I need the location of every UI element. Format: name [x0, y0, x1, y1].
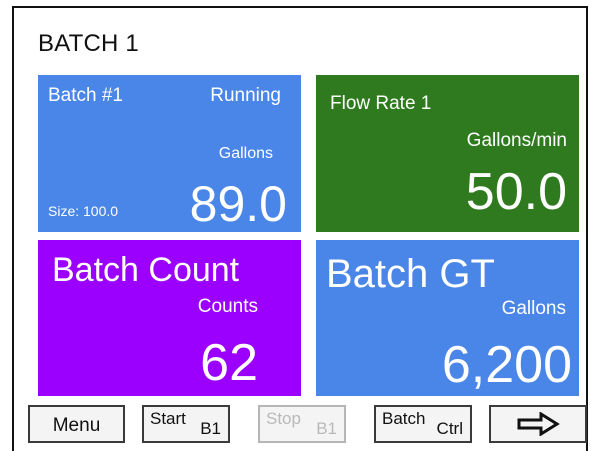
start-button-sublabel: B1 [200, 419, 221, 438]
flow-rate-tile: Flow Rate 1 Gallons/min 50.0 [316, 75, 579, 232]
batch-gt-value: 6,200 [441, 336, 572, 394]
batch-gt-unit: Gallons [501, 298, 566, 319]
start-button-label: Start [150, 409, 186, 428]
flow-rate-name: Flow Rate 1 [330, 93, 432, 114]
batch-gt-tile: Batch GT Gallons 6,200 [316, 240, 579, 396]
batch-ctrl-label: Batch [382, 409, 426, 428]
batch-tile: Batch #1 Running Gallons Size: 100.0 89.… [38, 75, 301, 232]
menu-button[interactable]: Menu [28, 405, 125, 443]
flow-rate-value: 50.0 [465, 163, 567, 221]
stop-button-label: Stop [266, 409, 301, 428]
stop-b1-button[interactable]: Stop B1 [258, 405, 346, 443]
batch-count-tile: Batch Count Counts 62 [38, 240, 301, 396]
menu-button-label: Menu [52, 415, 101, 436]
batch-name: Batch #1 [48, 85, 123, 106]
batch-count-name: Batch Count [52, 251, 240, 289]
batch-count-unit: Counts [197, 296, 258, 317]
flow-rate-unit: Gallons/min [466, 130, 567, 151]
batch-count-value: 62 [200, 334, 258, 392]
right-arrow-icon [491, 411, 585, 441]
batch-ctrl-sublabel: Ctrl [436, 419, 463, 438]
start-b1-button[interactable]: Start B1 [142, 405, 230, 443]
page-title: BATCH 1 [38, 30, 139, 57]
batch-status: Running [210, 85, 281, 106]
batch-gt-name: Batch GT [326, 252, 495, 296]
stop-button-sublabel: B1 [316, 419, 337, 438]
batch-value: 89.0 [189, 176, 287, 232]
batch-ctrl-button[interactable]: Batch Ctrl [374, 405, 472, 443]
next-screen-button[interactable] [489, 405, 587, 443]
batch-unit: Gallons [218, 145, 273, 162]
batch-size: Size: 100.0 [48, 203, 119, 219]
